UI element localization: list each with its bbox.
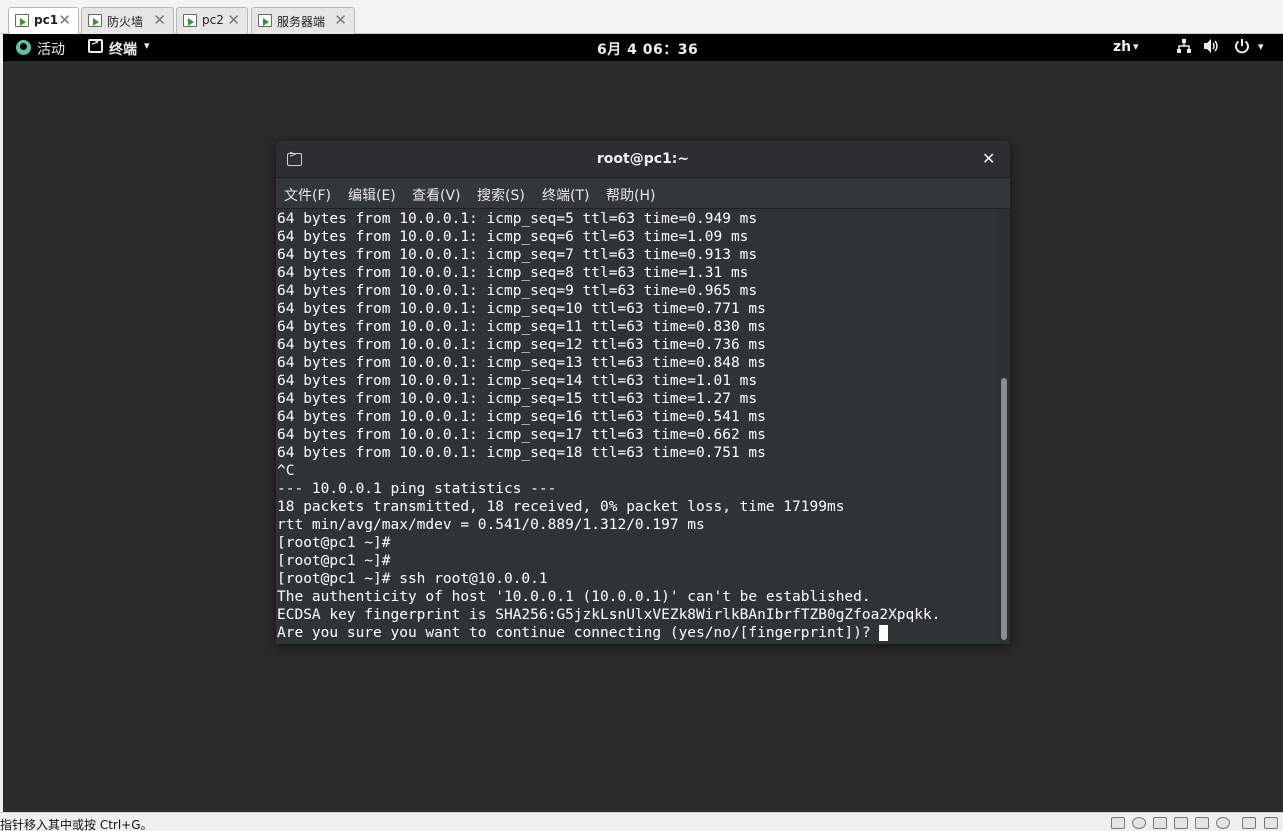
terminal-menubar: 文件(F) 编辑(E) 查看(V) 搜索(S) 终端(T) 帮助(H) <box>276 178 1010 209</box>
terminal-cursor <box>879 625 888 641</box>
activities-button[interactable]: 活动 <box>37 39 65 59</box>
volume-icon[interactable] <box>1203 38 1221 54</box>
close-icon[interactable]: ✕ <box>58 11 71 29</box>
close-icon[interactable]: ✕ <box>227 11 240 29</box>
vm-tab-label: pc2 <box>202 13 224 27</box>
terminal-line: 18 packets transmitted, 18 received, 0% … <box>277 499 845 515</box>
status-hint: 指针移入其中或按 Ctrl+G。 <box>0 818 153 831</box>
terminal-window[interactable]: root@pc1:~ ✕ 文件(F) 编辑(E) 查看(V) 搜索(S) 终端(… <box>276 141 1010 644</box>
close-icon[interactable]: ✕ <box>153 11 166 29</box>
terminal-line: The authenticity of host '10.0.0.1 (10.0… <box>277 589 871 605</box>
vm-tab-pc2[interactable]: pc2 ✕ <box>176 7 248 34</box>
terminal-line: 64 bytes from 10.0.0.1: icmp_seq=14 ttl=… <box>277 373 758 389</box>
input-method-button[interactable]: zh <box>1113 39 1131 55</box>
vm-tab-firewall[interactable]: 防火墙 ✕ <box>81 7 174 34</box>
close-icon[interactable]: ✕ <box>334 11 347 29</box>
terminal-line: [root@pc1 ~]# ssh root@10.0.0.1 <box>277 571 548 587</box>
terminal-line: 64 bytes from 10.0.0.1: icmp_seq=9 ttl=6… <box>277 283 758 299</box>
vm-tab-label: 防火墙 <box>107 15 144 29</box>
menu-help[interactable]: 帮助(H) <box>606 185 655 205</box>
vm-tab-label: 服务器端 <box>277 15 326 29</box>
gnome-top-bar: 活动 终端 ▾ 6月 4 06：36 zh ▾ ▾ <box>3 34 1283 61</box>
menu-file[interactable]: 文件(F) <box>284 185 331 205</box>
chevron-down-icon[interactable]: ▾ <box>1133 40 1139 53</box>
menu-view[interactable]: 查看(V) <box>412 185 461 205</box>
terminal-app-icon[interactable] <box>88 37 103 53</box>
vm-icon <box>15 14 29 27</box>
display-icon[interactable] <box>1242 817 1256 829</box>
terminal-line: 64 bytes from 10.0.0.1: icmp_seq=15 ttl=… <box>277 391 758 407</box>
terminal-line: 64 bytes from 10.0.0.1: icmp_seq=17 ttl=… <box>277 427 766 443</box>
terminal-line: 64 bytes from 10.0.0.1: icmp_seq=10 ttl=… <box>277 301 766 317</box>
close-icon[interactable]: ✕ <box>982 149 995 168</box>
vmware-workstation-window: pc1 ✕ 防火墙 ✕ pc2 ✕ 服务器端 ✕ 活动 终端 ▾ 6月 4 06… <box>0 0 1283 831</box>
hard-disk-icon[interactable] <box>1111 817 1125 829</box>
chevron-down-icon[interactable]: ▾ <box>1258 40 1264 53</box>
vm-tab-pc1[interactable]: pc1 ✕ <box>8 7 79 35</box>
terminal-line: Are you sure you want to continue connec… <box>277 625 880 641</box>
cd-rom-icon[interactable] <box>1132 817 1146 829</box>
sound-card-icon[interactable] <box>1195 817 1209 829</box>
terminal-line: 64 bytes from 10.0.0.1: icmp_seq=8 ttl=6… <box>277 265 749 281</box>
activities-icon[interactable] <box>16 40 31 55</box>
terminal-line: --- 10.0.0.1 ping statistics --- <box>277 481 557 497</box>
menu-edit[interactable]: 编辑(E) <box>348 185 396 205</box>
terminal-line: ^C <box>277 463 295 479</box>
terminal-line: 64 bytes from 10.0.0.1: icmp_seq=18 ttl=… <box>277 445 766 461</box>
vm-tab-bar: pc1 ✕ 防火墙 ✕ pc2 ✕ 服务器端 ✕ <box>0 0 1283 35</box>
menu-search[interactable]: 搜索(S) <box>477 185 525 205</box>
terminal-output[interactable]: 64 bytes from 10.0.0.1: icmp_seq=5 ttl=6… <box>276 209 998 644</box>
vmware-status-bar: 指针移入其中或按 Ctrl+G。 <box>0 812 1283 831</box>
usb-icon[interactable] <box>1174 817 1188 829</box>
vm-tab-label: pc1 <box>34 13 59 27</box>
terminal-line: [root@pc1 ~]# <box>277 553 391 569</box>
network-adapter-icon[interactable] <box>1153 817 1167 829</box>
power-icon[interactable] <box>1234 38 1250 54</box>
terminal-line: 64 bytes from 10.0.0.1: icmp_seq=12 ttl=… <box>277 337 766 353</box>
settings-icon[interactable] <box>1216 817 1230 829</box>
scrollbar-thumb[interactable] <box>1001 378 1007 640</box>
terminal-line: rtt min/avg/max/mdev = 0.541/0.889/1.312… <box>277 517 705 533</box>
terminal-line: 64 bytes from 10.0.0.1: icmp_seq=6 ttl=6… <box>277 229 749 245</box>
terminal-line: 64 bytes from 10.0.0.1: icmp_seq=11 ttl=… <box>277 319 766 335</box>
chevron-down-icon[interactable]: ▾ <box>144 39 150 52</box>
clock-button[interactable]: 6月 4 06：36 <box>597 39 698 59</box>
fullscreen-icon[interactable] <box>1264 817 1278 829</box>
menu-terminal[interactable]: 终端(T) <box>542 185 589 205</box>
terminal-line: [root@pc1 ~]# <box>277 535 391 551</box>
terminal-line: 64 bytes from 10.0.0.1: icmp_seq=16 ttl=… <box>277 409 766 425</box>
terminal-line: ECDSA key fingerprint is SHA256:G5jzkLsn… <box>277 607 941 623</box>
vm-icon <box>183 14 197 27</box>
network-icon[interactable] <box>1176 38 1192 54</box>
terminal-titlebar[interactable]: root@pc1:~ ✕ <box>276 141 1010 178</box>
terminal-line: 64 bytes from 10.0.0.1: icmp_seq=7 ttl=6… <box>277 247 758 263</box>
vm-tab-server[interactable]: 服务器端 ✕ <box>251 7 355 34</box>
window-title: root@pc1:~ <box>596 151 690 167</box>
terminal-line: 64 bytes from 10.0.0.1: icmp_seq=13 ttl=… <box>277 355 766 371</box>
app-menu-button[interactable]: 终端 <box>109 39 137 59</box>
terminal-line: 64 bytes from 10.0.0.1: icmp_seq=5 ttl=6… <box>277 211 758 227</box>
vm-icon <box>88 14 102 27</box>
vm-icon <box>258 14 272 27</box>
